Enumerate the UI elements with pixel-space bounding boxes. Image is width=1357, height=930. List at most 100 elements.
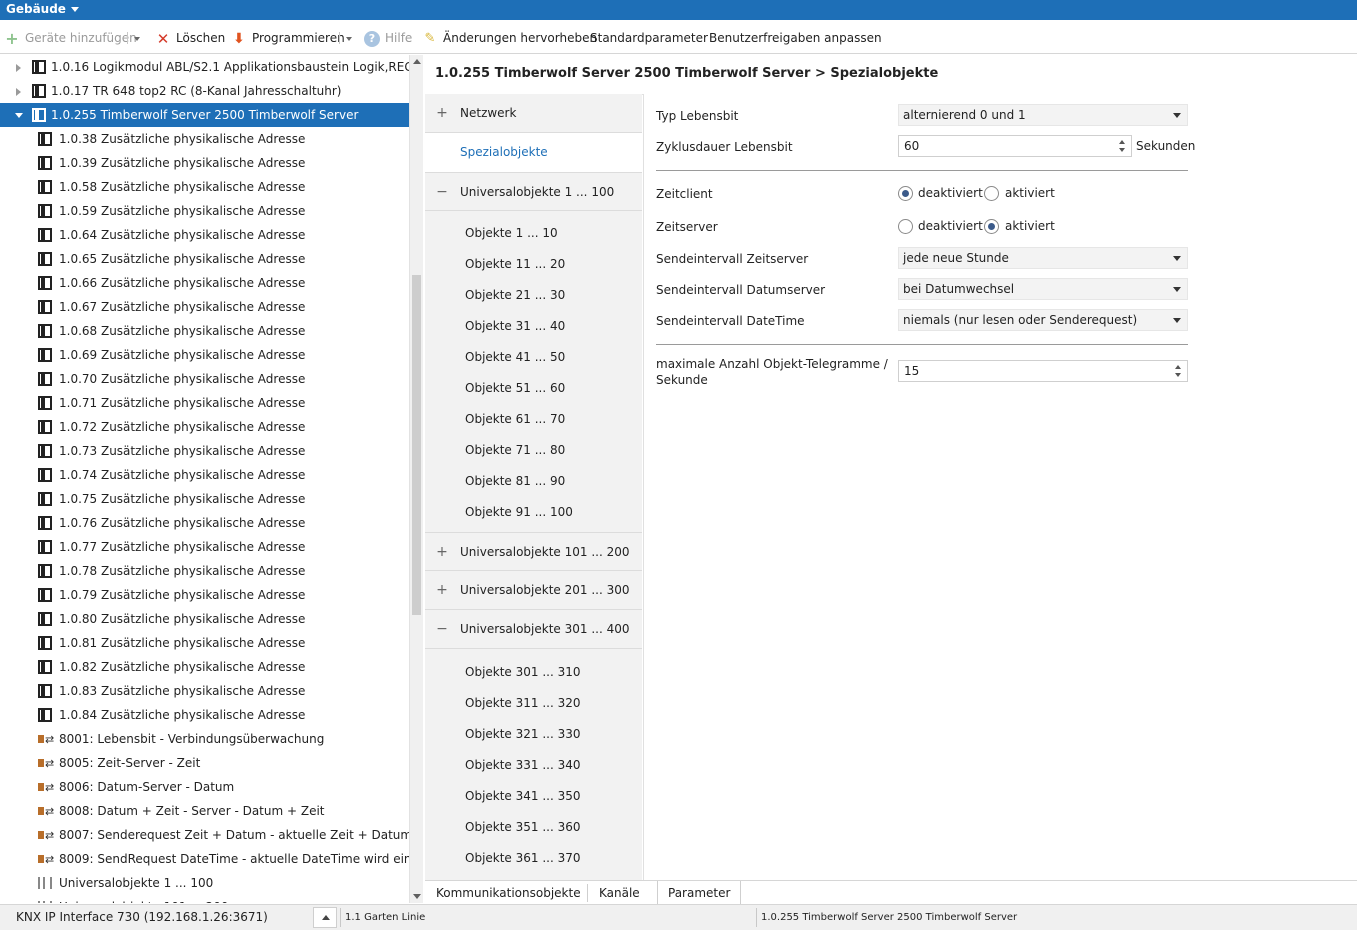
- default-params-button[interactable]: Standardparameter: [590, 29, 708, 47]
- stepper-up-icon[interactable]: [1119, 140, 1125, 144]
- tree-item[interactable]: ⇄ 8009: SendRequest DateTime - aktuelle D…: [0, 847, 409, 871]
- nav-subitem[interactable]: Objekte 91 ... 100: [465, 497, 573, 528]
- tree-item[interactable]: 1.0.17 TR 648 top2 RC (8-Kanal Jahressch…: [0, 79, 409, 103]
- timeserver-deactivated-radio[interactable]: [898, 219, 913, 234]
- nav-subitem[interactable]: Objekte 21 ... 30: [465, 280, 565, 311]
- tree-item[interactable]: 1.0.59 Zusätzliche physikalische Adresse: [0, 199, 409, 223]
- expand-plus-icon[interactable]: +: [436, 533, 448, 572]
- panel-title[interactable]: Gebäude: [6, 2, 66, 16]
- nav-subitem[interactable]: Objekte 71 ... 80: [465, 435, 565, 466]
- tree-item[interactable]: 1.0.79 Zusätzliche physikalische Adresse: [0, 583, 409, 607]
- max-telegrams-stepper[interactable]: 15: [898, 360, 1188, 382]
- nav-subitem[interactable]: Objekte 341 ... 350: [465, 781, 581, 812]
- tree-item[interactable]: 1.0.83 Zusätzliche physikalische Adresse: [0, 679, 409, 703]
- nav-subitem[interactable]: Objekte 51 ... 60: [465, 373, 565, 404]
- tree-item[interactable]: 1.0.39 Zusätzliche physikalische Adresse: [0, 151, 409, 175]
- nav-subitem[interactable]: Objekte 11 ... 20: [465, 249, 565, 280]
- nav-subitem[interactable]: Objekte 61 ... 70: [465, 404, 565, 435]
- tree-item[interactable]: 1.0.82 Zusätzliche physikalische Adresse: [0, 655, 409, 679]
- tree-item[interactable]: 1.0.58 Zusätzliche physikalische Adresse: [0, 175, 409, 199]
- tree-item[interactable]: 1.0.38 Zusätzliche physikalische Adresse: [0, 127, 409, 151]
- tree-item[interactable]: 1.0.16 Logikmodul ABL/S2.1 Applikationsb…: [0, 55, 409, 79]
- expand-closed-icon[interactable]: [16, 88, 21, 96]
- tree-item[interactable]: 1.0.71 Zusätzliche physikalische Adresse: [0, 391, 409, 415]
- program-dropdown-icon[interactable]: [346, 37, 352, 41]
- tree-item[interactable]: 1.0.76 Zusätzliche physikalische Adresse: [0, 511, 409, 535]
- program-button[interactable]: ⬇ Programmieren: [231, 29, 345, 47]
- tree-item[interactable]: ⇄ 8008: Datum + Zeit - Server - Datum + Z…: [0, 799, 409, 823]
- nav-subitem[interactable]: Objekte 311 ... 320: [465, 688, 581, 719]
- scroll-thumb[interactable]: [412, 275, 421, 615]
- collapse-minus-icon[interactable]: −: [436, 173, 448, 212]
- nav-subitem[interactable]: Objekte 31 ... 40: [465, 311, 565, 342]
- tree-item[interactable]: 1.0.67 Zusätzliche physikalische Adresse: [0, 295, 409, 319]
- tree-item[interactable]: ⇄ 8001: Lebensbit - Verbindungsüberwachun…: [0, 727, 409, 751]
- tree-item[interactable]: 1.0.68 Zusätzliche physikalische Adresse: [0, 319, 409, 343]
- timeclient-deactivated-radio[interactable]: [898, 186, 913, 201]
- chevron-down-icon[interactable]: [70, 7, 79, 12]
- cycle-stepper[interactable]: 60: [898, 135, 1132, 157]
- status-interface[interactable]: KNX IP Interface 730 (192.168.1.26:3671): [16, 905, 268, 930]
- tab-channels[interactable]: Kanäle: [589, 881, 650, 905]
- nav-subitem[interactable]: Objekte 321 ... 330: [465, 719, 581, 750]
- tree-item[interactable]: 1.0.72 Zusätzliche physikalische Adresse: [0, 415, 409, 439]
- collapse-minus-icon[interactable]: −: [436, 610, 448, 649]
- nav-subitem[interactable]: Objekte 81 ... 90: [465, 466, 565, 497]
- tree-item[interactable]: 1.0.69 Zusätzliche physikalische Adresse: [0, 343, 409, 367]
- tree-item[interactable]: Universalobjekte 1 ... 100: [0, 871, 409, 895]
- nav-group-4[interactable]: − Universalobjekte 301 ... 400: [425, 610, 642, 649]
- tree-item[interactable]: ⇄ 8006: Datum-Server - Datum: [0, 775, 409, 799]
- nav-subitem[interactable]: Objekte 351 ... 360: [465, 812, 581, 843]
- timeserver-activated-radio[interactable]: [984, 219, 999, 234]
- highlight-changes-button[interactable]: ✎ Änderungen hervorheben: [422, 29, 598, 47]
- app-titlebar[interactable]: Gebäude: [0, 0, 1357, 20]
- tab-parameters[interactable]: Parameter: [657, 881, 742, 905]
- tree-item[interactable]: 1.0.75 Zusätzliche physikalische Adresse: [0, 487, 409, 511]
- expand-plus-icon[interactable]: +: [436, 94, 448, 133]
- tab-communication-objects[interactable]: Kommunikationsobjekte: [426, 881, 591, 905]
- status-expand-button[interactable]: [313, 907, 337, 928]
- device-tree[interactable]: 1.0.16 Logikmodul ABL/S2.1 Applikationsb…: [0, 55, 409, 903]
- nav-item-special-objects[interactable]: Spezialobjekte: [425, 133, 642, 172]
- expand-open-icon[interactable]: [15, 113, 23, 118]
- tree-item[interactable]: 1.0.80 Zusätzliche physikalische Adresse: [0, 607, 409, 631]
- tree-item[interactable]: 1.0.255 Timberwolf Server 2500 Timberwol…: [0, 103, 409, 127]
- lifebit-type-select[interactable]: alternierend 0 und 1: [898, 104, 1188, 126]
- add-devices-dropdown-icon[interactable]: [134, 37, 140, 41]
- send-interval-dateserver-select[interactable]: bei Datumwechsel: [898, 278, 1188, 300]
- tree-item[interactable]: ⇄ 8005: Zeit-Server - Zeit: [0, 751, 409, 775]
- tree-scrollbar[interactable]: [409, 55, 423, 903]
- nav-group-1[interactable]: − Universalobjekte 1 ... 100: [425, 172, 642, 211]
- tree-item[interactable]: 1.0.73 Zusätzliche physikalische Adresse: [0, 439, 409, 463]
- stepper-down-icon[interactable]: [1175, 373, 1181, 377]
- timeclient-activated-radio[interactable]: [984, 186, 999, 201]
- stepper-up-icon[interactable]: [1175, 365, 1181, 369]
- tree-item[interactable]: 1.0.64 Zusätzliche physikalische Adresse: [0, 223, 409, 247]
- tree-item[interactable]: 1.0.84 Zusätzliche physikalische Adresse: [0, 703, 409, 727]
- tree-item[interactable]: 1.0.74 Zusätzliche physikalische Adresse: [0, 463, 409, 487]
- expand-plus-icon[interactable]: +: [436, 571, 448, 610]
- nav-group-2[interactable]: + Universalobjekte 101 ... 200: [425, 532, 642, 571]
- expand-closed-icon[interactable]: [16, 64, 21, 72]
- nav-item-network[interactable]: + Netzwerk: [425, 94, 642, 133]
- nav-subitem[interactable]: Objekte 1 ... 10: [465, 218, 558, 249]
- nav-subitem[interactable]: Objekte 41 ... 50: [465, 342, 565, 373]
- stepper-down-icon[interactable]: [1119, 148, 1125, 152]
- nav-subitem[interactable]: Objekte 301 ... 310: [465, 657, 581, 688]
- send-interval-timeserver-select[interactable]: jede neue Stunde: [898, 247, 1188, 269]
- delete-button[interactable]: ✕ Löschen: [155, 29, 226, 47]
- scroll-down-icon[interactable]: [413, 894, 421, 899]
- tree-item[interactable]: 1.0.81 Zusätzliche physikalische Adresse: [0, 631, 409, 655]
- tree-item[interactable]: 1.0.78 Zusätzliche physikalische Adresse: [0, 559, 409, 583]
- tree-item[interactable]: ⇄ 8007: Senderequest Zeit + Datum - aktue…: [0, 823, 409, 847]
- send-interval-datetime-select[interactable]: niemals (nur lesen oder Senderequest): [898, 309, 1188, 331]
- user-permissions-button[interactable]: Benutzerfreigaben anpassen: [709, 29, 882, 47]
- scroll-up-icon[interactable]: [413, 59, 421, 64]
- nav-group-3[interactable]: + Universalobjekte 201 ... 300: [425, 571, 642, 610]
- nav-subitem[interactable]: Objekte 361 ... 370: [465, 843, 581, 874]
- tree-item[interactable]: 1.0.66 Zusätzliche physikalische Adresse: [0, 271, 409, 295]
- tree-item[interactable]: Universalobjekte 101 ... 200: [0, 895, 409, 903]
- help-button[interactable]: ? Hilfe: [364, 29, 412, 47]
- tree-item[interactable]: 1.0.70 Zusätzliche physikalische Adresse: [0, 367, 409, 391]
- tree-item[interactable]: 1.0.77 Zusätzliche physikalische Adresse: [0, 535, 409, 559]
